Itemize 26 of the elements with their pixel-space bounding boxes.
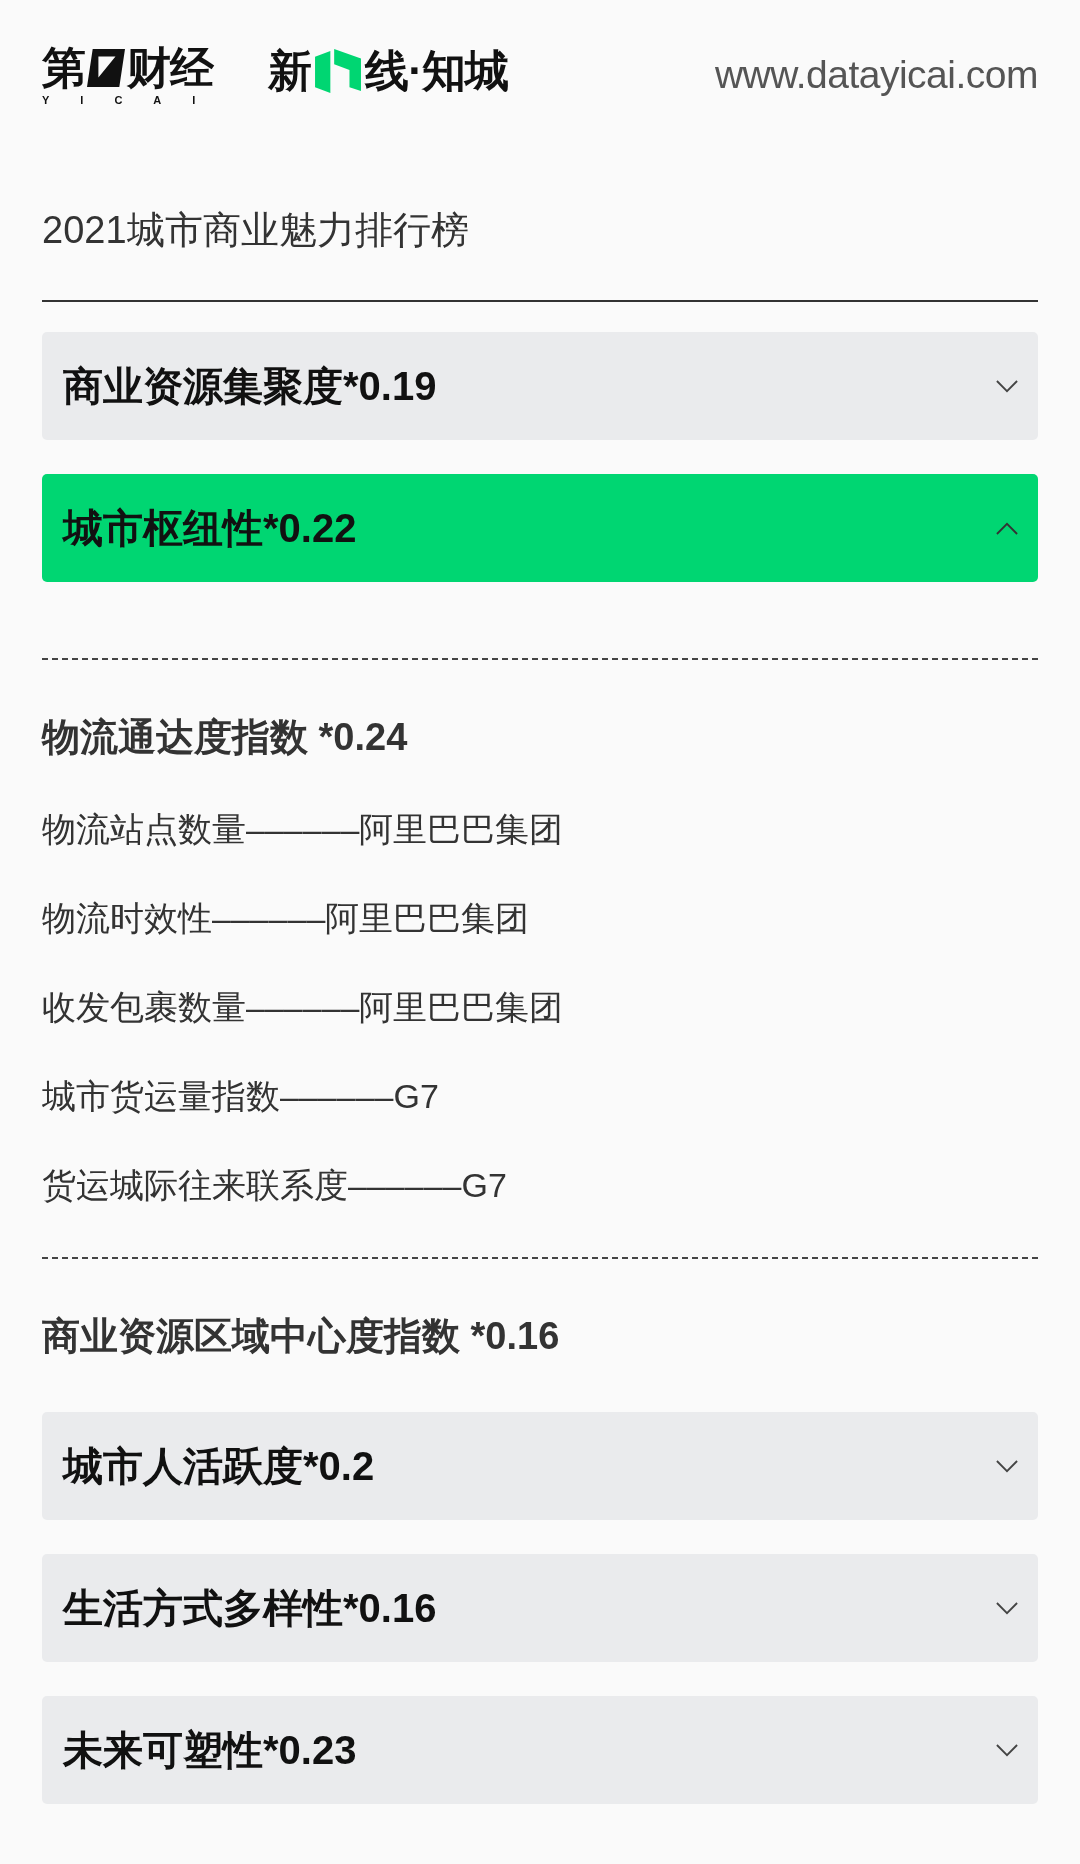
page-title: 2021城市商业魅力排行榜 bbox=[42, 208, 470, 253]
indicator-text: 货运城际往来联系度––––––G7 bbox=[42, 1164, 508, 1206]
logo-text: 第 bbox=[42, 44, 85, 92]
logo-tagline: YICAI bbox=[42, 94, 227, 106]
logo-mark-icon bbox=[315, 49, 362, 93]
logo-text: 线·知城 bbox=[365, 47, 508, 95]
accordion-header[interactable]: 商业资源集聚度*0.19 bbox=[42, 332, 1038, 440]
accordion-header[interactable]: 生活方式多样性*0.16 bbox=[42, 1554, 1038, 1662]
chevron-down-icon bbox=[996, 379, 1018, 393]
accordion-header[interactable]: 城市枢纽性*0.22 bbox=[42, 474, 1038, 582]
section-heading: 商业资源区域中心度指数 *0.16 bbox=[42, 1314, 561, 1359]
accordion-header[interactable]: 未来可塑性*0.23 bbox=[42, 1696, 1038, 1804]
indicator-text: 城市货运量指数––––––G7 bbox=[42, 1075, 440, 1117]
chevron-down-icon bbox=[996, 1601, 1018, 1615]
chevron-down-icon bbox=[996, 1743, 1018, 1757]
indicator-text: 物流时效性––––––阿里巴巴集团 bbox=[42, 897, 531, 939]
indicator-text: 物流站点数量––––––阿里巴巴集团 bbox=[42, 808, 565, 850]
chevron-down-icon bbox=[996, 1459, 1018, 1473]
section-heading: 物流通达度指数 *0.24 bbox=[42, 715, 409, 760]
website-url: www.datayicai.com bbox=[714, 53, 1038, 97]
chevron-up-icon bbox=[996, 521, 1018, 535]
indicator-text: 收发包裹数量––––––阿里巴巴集团 bbox=[42, 986, 565, 1028]
accordion-header[interactable]: 城市人活跃度*0.2 bbox=[42, 1412, 1038, 1520]
logo-mark-icon bbox=[87, 49, 125, 87]
logo-text: 新 bbox=[268, 47, 312, 95]
logo-text: 财经 bbox=[127, 44, 213, 92]
